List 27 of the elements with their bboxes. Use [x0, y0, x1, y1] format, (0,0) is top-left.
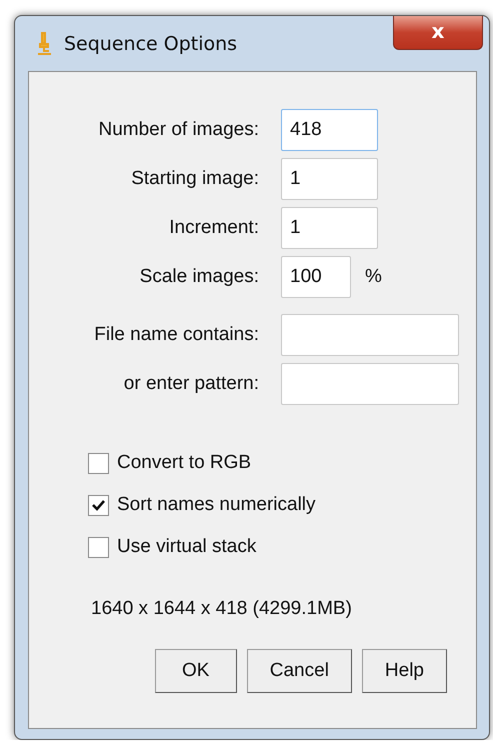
field-label: Starting image:: [130, 168, 259, 190]
input-field[interactable]: [281, 363, 459, 405]
checkbox[interactable]: [88, 536, 109, 558]
dialog-button[interactable]: Cancel: [246, 649, 352, 693]
field-label: Scale images:: [138, 266, 259, 288]
unit-label: %: [365, 266, 382, 288]
microscope-icon: [36, 32, 52, 56]
input-field[interactable]: 418: [281, 109, 378, 151]
field-label: Number of images:: [97, 119, 259, 141]
checkbox-label[interactable]: Convert to RGB: [117, 452, 252, 474]
field-label: Increment:: [168, 217, 259, 239]
window-title: Sequence Options: [64, 32, 238, 54]
checkbox-label[interactable]: Use virtual stack: [117, 536, 256, 558]
input-field[interactable]: [281, 314, 459, 356]
field-label: or enter pattern:: [122, 373, 259, 395]
checkbox[interactable]: [88, 452, 109, 474]
stack-size-info: 1640 x 1644 x 418 (4299.1MB): [91, 598, 353, 620]
field-label: File name contains:: [93, 324, 259, 346]
checkbox-label[interactable]: Sort names numerically: [117, 494, 316, 516]
input-field[interactable]: 100: [281, 256, 351, 298]
checkbox[interactable]: [88, 494, 109, 516]
input-field[interactable]: 1: [281, 158, 378, 200]
input-field[interactable]: 1: [281, 207, 378, 249]
dialog-button[interactable]: OK: [154, 649, 237, 693]
checkmark-icon: [92, 500, 105, 510]
dialog-button[interactable]: Help: [362, 649, 447, 693]
close-button[interactable]: x: [393, 16, 483, 50]
